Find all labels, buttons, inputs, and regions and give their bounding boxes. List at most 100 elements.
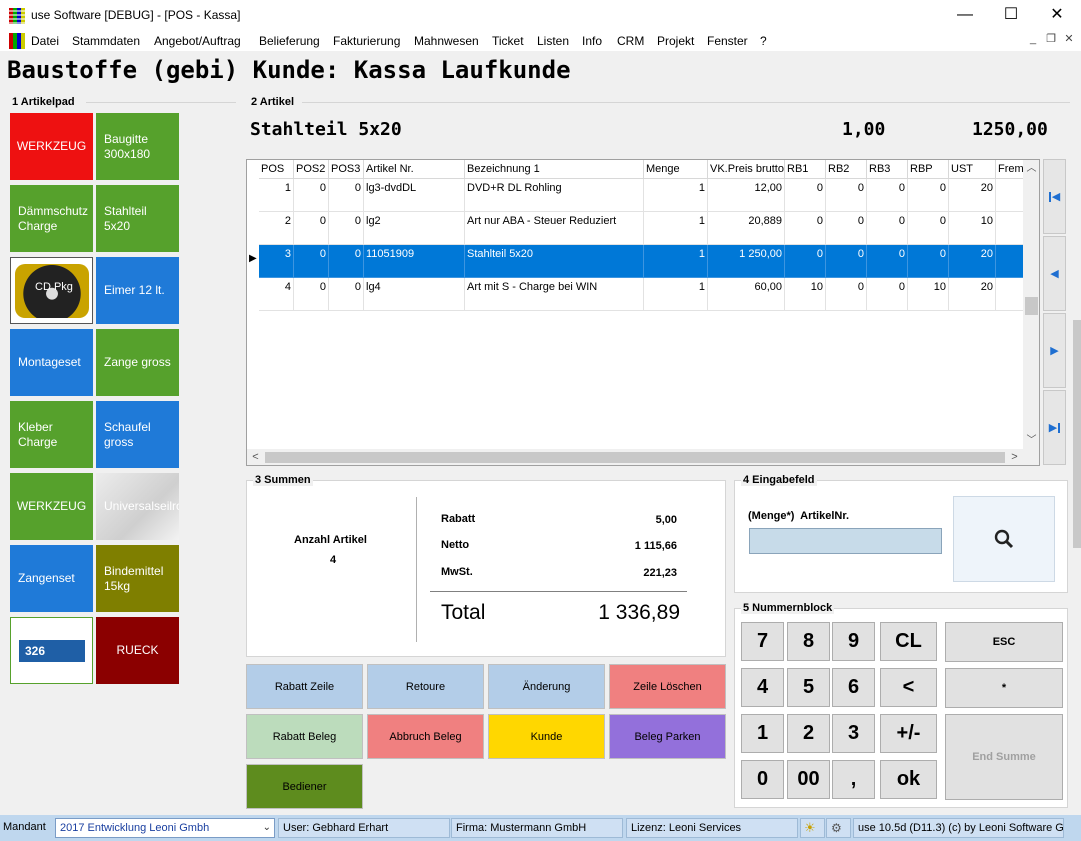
rabatt-zeile-button[interactable]: Rabatt Zeile [246, 664, 363, 709]
numpad-key-comma[interactable]: , [832, 760, 875, 799]
retoure-button[interactable]: Retoure [367, 664, 484, 709]
eingabe-title: 4 Eingabefeld [741, 474, 817, 486]
abbruch-beleg-button[interactable]: Abbruch Beleg [367, 714, 484, 759]
menu-stammdaten[interactable]: Stammdaten [72, 34, 140, 48]
menu-mahnwesen[interactable]: Mahnwesen [414, 34, 479, 48]
article-tile[interactable]: Montageset [10, 329, 93, 396]
article-tile[interactable]: WERKZEUG [10, 113, 93, 180]
vertical-scroll-thumb[interactable] [1025, 297, 1038, 315]
numpad-key-2[interactable]: 2 [787, 714, 830, 753]
aenderung-button[interactable]: Änderung [488, 664, 605, 709]
column-header[interactable]: RB1 [785, 160, 826, 179]
numpad-key-3[interactable]: 3 [832, 714, 875, 753]
table-row[interactable]: 3 0 0 11051909 Stahlteil 5x20 1 1 250,00 0 0 0 0 20 [247, 245, 1036, 278]
article-tile[interactable]: Universalseilrolle [96, 473, 179, 540]
minimize-button[interactable]: — [942, 0, 988, 31]
numpad-key-4[interactable]: 4 [741, 668, 784, 707]
mdi-minimize-icon[interactable]: _ [1025, 33, 1041, 48]
article-tile[interactable]: RUECK [96, 617, 179, 684]
sun-icon[interactable]: ☀ [800, 818, 825, 838]
mdi-restore-icon[interactable]: ❐ [1043, 33, 1059, 48]
article-tile[interactable]: WERKZEUG [10, 473, 93, 540]
menu-angebot-auftrag[interactable]: Angebot/Auftrag [154, 34, 241, 48]
numpad-key-8[interactable]: 8 [787, 622, 830, 661]
column-header[interactable]: Menge [644, 160, 708, 179]
article-tile[interactable]: Kleber Charge [10, 401, 93, 468]
numpad-key-plus-minus[interactable]: +/- [880, 714, 937, 753]
connection-icon[interactable]: ⚙ [826, 818, 851, 838]
menu-belieferung[interactable]: Belieferung [259, 34, 320, 48]
rabatt-beleg-button[interactable]: Rabatt Beleg [246, 714, 363, 759]
column-header[interactable]: POS2 [294, 160, 329, 179]
numpad-key-7[interactable]: 7 [741, 622, 784, 661]
menu-fenster[interactable]: Fenster [707, 34, 748, 48]
article-tile[interactable]: Dämmschutz Charge [10, 185, 93, 252]
star-button[interactable]: * [945, 668, 1063, 708]
numpad-key-double-zero[interactable]: 00 [787, 760, 830, 799]
table-row[interactable]: 2 0 0 lg2 Art nur ABA - Steuer Reduziert 1 20,… [247, 212, 1036, 245]
vertical-scrollbar[interactable]: ︿ ﹀ [1023, 160, 1039, 449]
nav-first-button[interactable]: ◀ [1043, 159, 1066, 234]
close-button[interactable]: ✕ [1034, 0, 1080, 31]
scroll-right-icon[interactable]: > [1006, 449, 1023, 465]
mdi-close-icon[interactable]: ✕ [1061, 33, 1077, 48]
column-header[interactable]: POS [259, 160, 294, 179]
article-tile[interactable]: Schaufel gross [96, 401, 179, 468]
scroll-up-icon[interactable]: ︿ [1023, 160, 1039, 177]
menu-datei[interactable]: Datei [31, 34, 59, 48]
menu-ticket[interactable]: Ticket [492, 34, 524, 48]
menu-fakturierung[interactable]: Fakturierung [333, 34, 400, 48]
bediener-button[interactable]: Bediener [246, 764, 363, 809]
menu-crm[interactable]: CRM [617, 34, 644, 48]
column-header[interactable]: Artikel Nr. [364, 160, 465, 179]
menu-help[interactable]: ? [760, 34, 767, 48]
maximize-button[interactable]: ☐ [988, 0, 1034, 31]
numpad-key-9[interactable]: 9 [832, 622, 875, 661]
article-title: 2 Artikel [251, 96, 295, 108]
numpad-key-backspace[interactable]: < [880, 668, 937, 707]
nav-prev-button[interactable]: ◀ [1043, 236, 1066, 311]
beleg-parken-button[interactable]: Beleg Parken [609, 714, 726, 759]
article-tile[interactable]: 326 [10, 617, 93, 684]
numpad-key-0[interactable]: 0 [741, 760, 784, 799]
numpad-key-6[interactable]: 6 [832, 668, 875, 707]
article-tile[interactable]: Zangenset [10, 545, 93, 612]
column-header[interactable]: RBP [908, 160, 949, 179]
scroll-down-icon[interactable]: ﹀ [1023, 432, 1039, 449]
column-header[interactable]: RB2 [826, 160, 867, 179]
table-row[interactable]: 4 0 0 lg4 Art mit S - Charge bei WIN 1 60,00 10… [247, 278, 1036, 311]
scroll-left-icon[interactable]: < [247, 449, 264, 465]
column-header[interactable]: POS3 [329, 160, 364, 179]
mandant-value: 2017 Entwicklung Leoni Gmbh [60, 822, 210, 834]
esc-button[interactable]: ESC [945, 622, 1063, 662]
horizontal-scrollbar[interactable]: < > [247, 449, 1023, 465]
zeile-loeschen-button[interactable]: Zeile Löschen [609, 664, 726, 709]
article-tile[interactable]: Eimer 12 lt. [96, 257, 179, 324]
mandant-select[interactable]: 2017 Entwicklung Leoni Gmbh ⌄ [55, 818, 275, 838]
artikel-input[interactable] [749, 528, 942, 554]
column-header[interactable]: UST [949, 160, 996, 179]
menu-listen[interactable]: Listen [537, 34, 569, 48]
nav-last-button[interactable]: ▶ [1043, 390, 1066, 465]
numpad-key-clear[interactable]: CL [880, 622, 937, 661]
article-tile[interactable]: Zange gross [96, 329, 179, 396]
article-tile[interactable]: Bindemittel 15kg [96, 545, 179, 612]
menu-info[interactable]: Info [582, 34, 602, 48]
numpad-key-1[interactable]: 1 [741, 714, 784, 753]
end-summe-button[interactable]: End Summe [945, 714, 1063, 800]
table-row[interactable]: 1 0 0 lg3-dvdDL DVD+R DL Rohling 1 12,00 0 0 0 0 20 [247, 179, 1036, 212]
column-header[interactable]: VK.Preis brutto [708, 160, 785, 179]
numpad-key-ok[interactable]: ok [880, 760, 937, 799]
column-header[interactable]: Bezeichnung 1 [465, 160, 644, 179]
window-scroll-thumb[interactable] [1073, 320, 1081, 548]
search-button[interactable] [953, 496, 1055, 582]
menu-projekt[interactable]: Projekt [657, 34, 694, 48]
nav-next-button[interactable]: ▶ [1043, 313, 1066, 388]
kunde-button[interactable]: Kunde [488, 714, 605, 759]
column-header[interactable]: RB3 [867, 160, 908, 179]
article-tile[interactable]: CD Pkg [10, 257, 93, 324]
numpad-key-5[interactable]: 5 [787, 668, 830, 707]
article-tile[interactable]: Stahlteil 5x20 [96, 185, 179, 252]
horizontal-scroll-thumb[interactable] [265, 452, 1005, 463]
article-tile[interactable]: Baugitte 300x180 [96, 113, 179, 180]
